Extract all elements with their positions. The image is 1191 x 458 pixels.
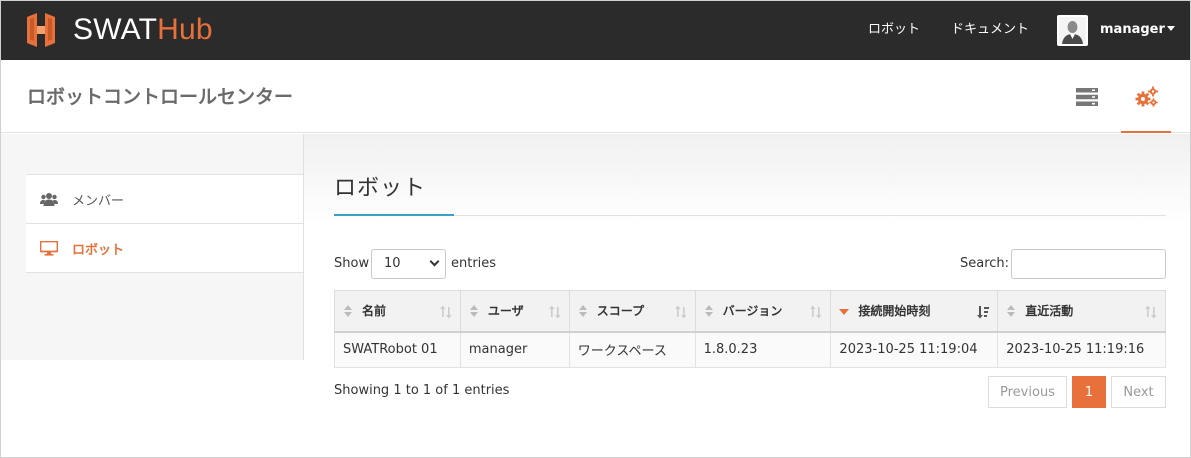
table-info: Showing 1 to 1 of 1 entries bbox=[334, 383, 510, 398]
next-page-button[interactable]: Next bbox=[1111, 376, 1166, 408]
column-header[interactable]: スコープ bbox=[568, 290, 696, 333]
server-list-icon[interactable] bbox=[1076, 88, 1098, 106]
search-input[interactable] bbox=[1011, 249, 1166, 279]
top-navbar: SWATHub ロボット ドキュメント manager bbox=[1, 1, 1190, 60]
section-title: ロボット bbox=[334, 176, 427, 201]
column-header[interactable]: バージョン bbox=[694, 290, 832, 333]
sidebar-menu: メンバー ロボット bbox=[26, 174, 303, 273]
brand-name-right: Hub bbox=[157, 13, 213, 46]
user-name: manager bbox=[1100, 22, 1165, 37]
title-accent-line bbox=[334, 214, 454, 216]
page-length-select[interactable]: 10 bbox=[371, 249, 446, 279]
previous-page-button[interactable]: Previous bbox=[988, 376, 1067, 408]
nav-link-robots[interactable]: ロボット bbox=[868, 21, 920, 39]
column-header[interactable]: ユーザ bbox=[459, 290, 570, 333]
table-cell: 2023-10-25 11:19:04 bbox=[830, 331, 999, 368]
page-1-button[interactable]: 1 bbox=[1072, 376, 1106, 408]
brand-name[interactable]: SWATHub bbox=[73, 13, 213, 47]
sidebar-item-members[interactable]: メンバー bbox=[26, 175, 303, 224]
show-label: Show bbox=[334, 256, 370, 271]
sort-arrows-icon bbox=[439, 305, 452, 319]
column-header-label: 直近活動 bbox=[1025, 304, 1074, 319]
table-cell: 2023-10-25 11:19:16 bbox=[997, 331, 1166, 368]
sidebar-item-label: ロボット bbox=[72, 242, 125, 258]
active-tab-underline bbox=[1121, 131, 1171, 133]
column-header-label: 接続開始時刻 bbox=[858, 304, 931, 319]
sort-desc-icon bbox=[839, 309, 850, 315]
sort-icon bbox=[344, 305, 352, 317]
sort-arrows-icon bbox=[1145, 305, 1157, 319]
sort-icon bbox=[578, 305, 587, 317]
sort-icon bbox=[1007, 305, 1016, 317]
nav-link-documents[interactable]: ドキュメント bbox=[951, 21, 1029, 39]
monitor-icon bbox=[40, 240, 58, 256]
table-header-row: 名前 ユーザ スコープ バージョン 接続開始時刻 直近活動 bbox=[334, 290, 1166, 333]
table-cell: manager bbox=[459, 331, 570, 368]
table-cell: 1.8.0.23 bbox=[694, 331, 832, 368]
column-header-label: ユーザ bbox=[487, 304, 524, 319]
entries-label: entries bbox=[451, 256, 497, 271]
page-length-value: 10 bbox=[384, 256, 401, 271]
column-header[interactable]: 直近活動 bbox=[997, 290, 1166, 333]
sidebar-item-robots[interactable]: ロボット bbox=[26, 224, 303, 273]
sort-icon bbox=[469, 305, 478, 317]
search-label: Search: bbox=[960, 256, 1010, 271]
table-cell: SWATRobot 01 bbox=[334, 331, 461, 368]
column-header-label: スコープ bbox=[596, 304, 645, 319]
sort-amount-desc-icon bbox=[977, 306, 990, 319]
user-menu[interactable]: manager bbox=[1100, 21, 1175, 39]
column-header-label: バージョン bbox=[722, 304, 783, 319]
gears-icon[interactable] bbox=[1135, 86, 1159, 108]
column-header[interactable]: 接続開始時刻 bbox=[830, 290, 999, 333]
caret-down-icon bbox=[1166, 26, 1175, 31]
avatar[interactable] bbox=[1057, 15, 1088, 46]
table-cell: ワークスペース bbox=[568, 331, 696, 368]
table-row[interactable]: SWATRobot 01 manager ワークスペース 1.8.0.23 2023-1… bbox=[334, 331, 1166, 368]
sidebar-item-label: メンバー bbox=[72, 193, 125, 209]
page-title: ロボットコントロールセンター bbox=[27, 86, 294, 108]
sort-arrows-icon bbox=[674, 305, 687, 319]
user-avatar-icon bbox=[1059, 17, 1086, 44]
brand-name-left: SWAT bbox=[73, 13, 158, 46]
sort-arrows-icon bbox=[810, 305, 823, 319]
page-header: ロボットコントロールセンター bbox=[1, 60, 1190, 133]
users-icon bbox=[40, 193, 58, 206]
column-header-label: 名前 bbox=[362, 304, 387, 319]
robots-table: 名前 ユーザ スコープ バージョン 接続開始時刻 直近活動 SWATRobot 01 man… bbox=[334, 290, 1166, 368]
column-header[interactable]: 名前 bbox=[334, 290, 461, 333]
swathub-logo-icon[interactable] bbox=[25, 13, 57, 47]
title-divider bbox=[334, 215, 1166, 216]
sort-arrows-icon bbox=[548, 305, 561, 319]
table-body: SWATRobot 01 manager ワークスペース 1.8.0.23 2023-1… bbox=[334, 331, 1166, 368]
chevron-down-icon bbox=[429, 256, 440, 267]
sort-icon bbox=[704, 305, 713, 317]
